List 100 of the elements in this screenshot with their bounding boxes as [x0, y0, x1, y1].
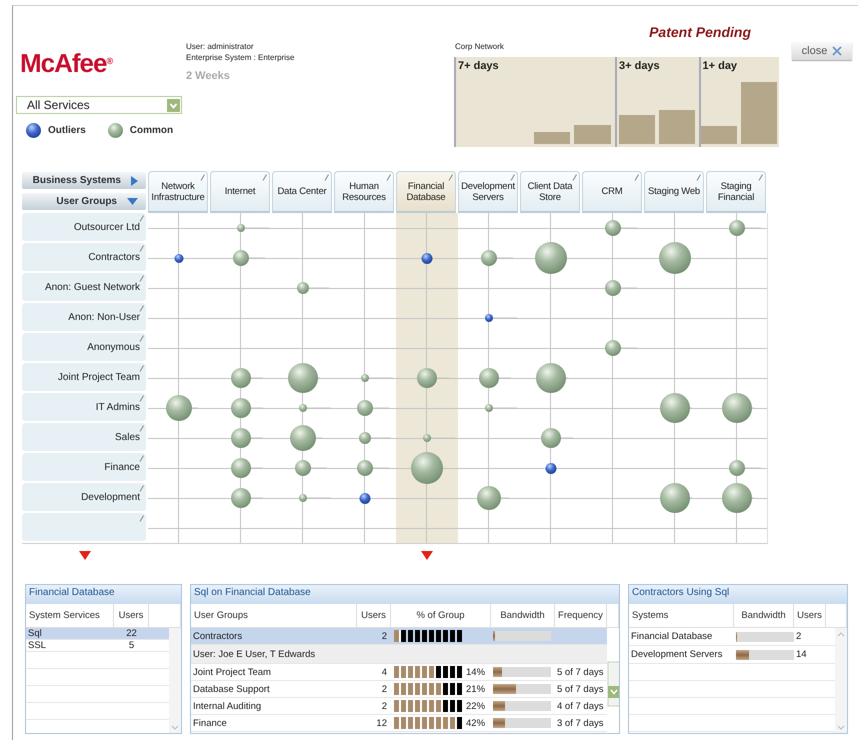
table-cell-text: Database Support — [192, 684, 271, 694]
table-cell-text: 4 of 7 days — [556, 700, 604, 712]
column-header[interactable]: Human Resources — [334, 171, 394, 213]
pin-icon[interactable] — [139, 485, 144, 492]
column-header[interactable]: Internet — [210, 171, 270, 213]
legend-label: Outliers — [48, 125, 86, 136]
row-label: Finance — [104, 462, 140, 472]
column-header[interactable]: Data Center — [272, 171, 332, 213]
pin-icon[interactable] — [139, 305, 144, 312]
column-header[interactable]: Staging Web — [644, 171, 704, 213]
table-row[interactable]: Development Servers 14 — [629, 646, 835, 664]
table-row[interactable]: SSL 5 — [26, 640, 169, 652]
row-header[interactable]: Anon: Non-User — [22, 303, 146, 333]
table-cell-text: 5 — [128, 640, 136, 651]
pin-icon[interactable] — [139, 395, 144, 402]
close-icon — [832, 46, 842, 56]
row-header[interactable]: Contractors — [22, 243, 146, 273]
row-header[interactable]: Development — [22, 483, 146, 513]
column-header[interactable]: Systems — [629, 604, 734, 627]
row-label: Anonymous — [87, 342, 140, 352]
row-label: Anon: Non-User — [68, 312, 140, 322]
row-label: Contractors — [88, 252, 140, 262]
row-header[interactable]: Anon: Guest Network — [22, 273, 146, 303]
pin-icon[interactable] — [510, 174, 515, 181]
sphere-icon — [26, 123, 41, 138]
table-cell-text: Finance — [192, 718, 228, 728]
pin-icon[interactable] — [139, 335, 144, 342]
column-label: Network Infrastructure — [151, 180, 205, 202]
column-header[interactable]: Staging Financial — [706, 171, 766, 213]
row-label: Anon: Guest Network — [44, 282, 140, 292]
column-header[interactable]: Development Servers — [458, 171, 518, 213]
table-row[interactable]: Database Support 2 21% 5 of 7 days — [191, 681, 607, 698]
row-header[interactable]: Outsourcer Ltd — [22, 213, 146, 243]
row-header[interactable]: Sales — [22, 423, 146, 453]
pin-icon[interactable] — [324, 174, 329, 181]
pin-icon[interactable] — [572, 174, 577, 181]
pin-icon[interactable] — [448, 174, 453, 181]
scrollbar[interactable] — [169, 628, 181, 733]
table-cell-text: 22 — [125, 628, 138, 639]
row-label: Outsourcer Ltd — [74, 222, 140, 232]
table-cell-text: 12 — [375, 718, 388, 728]
table-row[interactable]: Financial Database 2 — [629, 628, 835, 646]
timeline-label: 1+ day — [702, 59, 738, 72]
patent-notice: Patent Pending — [649, 24, 751, 40]
legend-label: Common — [130, 125, 174, 136]
column-header[interactable]: Financial Database — [396, 171, 456, 213]
share-reading: 22% — [466, 700, 486, 712]
table-cell-text: Contractors — [192, 630, 244, 642]
row-label: Joint Project Team — [58, 372, 140, 382]
pin-icon[interactable] — [386, 174, 391, 181]
pin-icon[interactable] — [758, 174, 763, 181]
system-info: Enterprise System : Enterprise — [186, 52, 294, 63]
pin-icon[interactable] — [139, 515, 144, 522]
user-list-text: User: Joe E User, T Edwards — [191, 645, 607, 664]
row-header[interactable]: Anonymous — [22, 333, 146, 363]
column-label: Development Servers — [461, 180, 515, 202]
axis-button[interactable]: Business Systems — [22, 172, 146, 189]
marker-icon — [421, 551, 433, 560]
share-reading: 21% — [466, 684, 486, 694]
pin-icon[interactable] — [139, 455, 144, 462]
column-label: Staging Financial — [716, 180, 756, 202]
row-label: IT Admins — [96, 402, 140, 412]
column-label: Client Data Store — [526, 180, 574, 202]
table-row[interactable]: Internal Auditing 2 22% 4 of 7 days — [191, 698, 607, 715]
column-label: Internet — [224, 186, 256, 197]
pin-icon[interactable] — [634, 174, 639, 181]
table-row[interactable]: Finance 12 42% 3 of 7 days — [191, 715, 607, 732]
table-cell-text: Internal Auditing — [192, 700, 262, 712]
pin-icon[interactable] — [696, 174, 701, 181]
column-label: Data Center — [277, 186, 327, 197]
table-row[interactable]: Sql 22 — [26, 628, 169, 640]
pin-icon[interactable] — [200, 174, 205, 181]
row-header[interactable]: Finance — [22, 453, 146, 483]
service-dropdown[interactable]: All Services — [16, 96, 182, 114]
column-header[interactable]: System Services — [26, 604, 114, 627]
pin-icon[interactable] — [139, 215, 144, 222]
table-cell-text: 2 — [380, 684, 388, 694]
row-header[interactable]: IT Admins — [22, 393, 146, 423]
column-header[interactable]: Network Infrastructure — [148, 171, 208, 213]
column-header[interactable]: CRM — [582, 171, 642, 213]
pin-icon[interactable] — [139, 275, 144, 282]
table-row[interactable]: Joint Project Team 4 14% 5 of 7 days — [191, 664, 607, 681]
network-label: Corp Network — [455, 42, 504, 51]
triangle-right-icon — [131, 176, 138, 186]
row-label: Sales — [114, 432, 140, 442]
table-cell-text: SSL — [27, 640, 47, 651]
pin-icon[interactable] — [139, 365, 144, 372]
table-cell-text: 14 — [795, 649, 808, 660]
sphere-icon — [108, 123, 123, 138]
panel-title: Financial Database — [26, 585, 181, 604]
close-button[interactable]: close — [792, 42, 852, 60]
table-row[interactable]: Contractors 2 — [191, 628, 607, 645]
pin-icon[interactable] — [139, 425, 144, 432]
scrollbar[interactable] — [835, 628, 847, 733]
axis-button[interactable]: User Groups — [22, 193, 146, 210]
column-header[interactable]: Client Data Store — [520, 171, 580, 213]
pin-icon[interactable] — [262, 174, 267, 181]
pin-icon[interactable] — [139, 245, 144, 252]
table-cell-text: 5 of 7 days — [556, 684, 604, 694]
row-header[interactable]: Joint Project Team — [22, 363, 146, 393]
